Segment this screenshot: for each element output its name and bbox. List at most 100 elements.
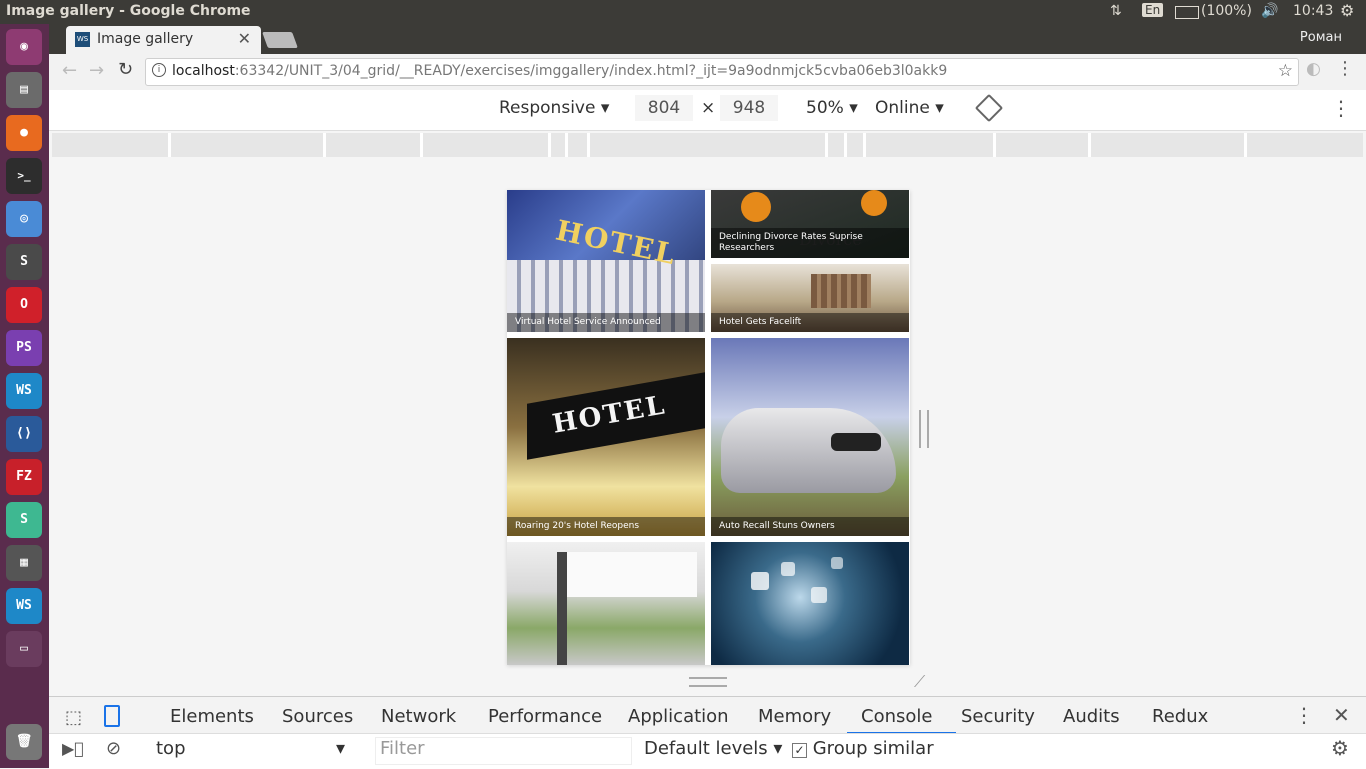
tab-elements[interactable]: Elements	[170, 706, 254, 727]
car-grille	[831, 433, 881, 451]
tab-sources[interactable]: Sources	[282, 706, 353, 727]
device-select[interactable]: Responsive ▾	[499, 98, 609, 118]
viewport-resize-handle-right[interactable]	[919, 410, 929, 448]
system-gear-icon[interactable]: ⚙	[1340, 1, 1354, 20]
paper-figure	[741, 192, 771, 222]
gallery-card[interactable]: HOTEL Virtual Hotel Service Announced	[507, 190, 705, 332]
tab-application[interactable]: Application	[628, 706, 729, 727]
gallery-card[interactable]	[711, 542, 909, 665]
floating-square	[831, 557, 843, 569]
new-tab-button[interactable]	[262, 32, 298, 48]
viewport-resize-corner-icon[interactable]: ⟋	[914, 672, 925, 692]
chrome-menu-icon[interactable]: ⋮	[1336, 58, 1354, 79]
vscode-icon[interactable]: ⟨⟩	[6, 416, 42, 452]
url-path: :63342/UNIT_3/04_grid/__READY/exercises/…	[234, 63, 948, 79]
close-devtools-icon[interactable]: ✕	[1333, 703, 1350, 727]
os-top-panel: Image gallery - Google Chrome ⇅ En (100%…	[0, 0, 1366, 24]
tab-redux[interactable]: Redux	[1152, 706, 1208, 727]
firefox-icon[interactable]: ●	[6, 115, 42, 151]
filezilla-icon[interactable]: FZ	[6, 459, 42, 495]
gallery-card[interactable]: HOTEL Roaring 20's Hotel Reopens	[507, 338, 705, 536]
phpstorm-icon[interactable]: PS	[6, 330, 42, 366]
throttling-select[interactable]: Online ▾	[875, 98, 944, 118]
devtools-menu-icon[interactable]: ⋮	[1294, 703, 1314, 727]
battery-percent: (100%)	[1201, 3, 1252, 19]
dimension-separator: ×	[701, 98, 716, 118]
emulated-viewport: HOTEL Virtual Hotel Service Announced Di…	[507, 190, 910, 665]
console-settings-icon[interactable]: ⚙	[1331, 736, 1349, 760]
extension-icon[interactable]: ◐	[1306, 59, 1321, 79]
keyboard-layout-indicator[interactable]: En	[1142, 3, 1164, 17]
favicon-icon: WS	[75, 32, 90, 47]
close-tab-icon[interactable]: ✕	[238, 29, 251, 48]
site-info-icon[interactable]: i	[152, 63, 166, 77]
gallery-card[interactable]: Hotel Gets Facelift	[711, 264, 909, 332]
address-bar[interactable]: i localhost:63342/UNIT_3/04_grid/__READY…	[145, 58, 1299, 86]
device-mode-icon[interactable]	[104, 705, 120, 727]
device-toolbar: Responsive ▾ 804 × 948 50% ▾ Online ▾ ⋮	[49, 90, 1366, 131]
card-caption: Auto Recall Stuns Owners	[711, 517, 909, 536]
opera-icon[interactable]: O	[6, 287, 42, 323]
tab-console[interactable]: Console	[861, 706, 932, 727]
sublime-text-icon[interactable]: S	[6, 244, 42, 280]
gallery-card[interactable]	[507, 542, 705, 665]
viewport-resize-handle-bottom[interactable]	[689, 677, 727, 687]
launcher: ◉ ▤ ● >_ ◎ S O PS WS ⟨⟩ FZ S ▦ WS ▭ 🗑	[0, 24, 49, 768]
video-editor-icon[interactable]: ▦	[6, 545, 42, 581]
network-transfer-icon[interactable]: ⇅	[1110, 3, 1122, 19]
tab-audits[interactable]: Audits	[1063, 706, 1120, 727]
door-frame	[557, 552, 567, 665]
card-caption: Virtual Hotel Service Announced	[507, 313, 705, 332]
inspect-element-icon[interactable]: ⬚	[65, 707, 82, 728]
tab-network[interactable]: Network	[381, 706, 456, 727]
zoom-select[interactable]: 50% ▾	[806, 98, 858, 118]
floating-square	[751, 572, 769, 590]
log-levels-select[interactable]: Default levels ▾	[644, 738, 782, 759]
window-blind	[567, 552, 697, 597]
workspace-switcher-icon[interactable]: ▭	[6, 631, 42, 667]
height-input[interactable]: 948	[720, 95, 778, 121]
floating-square	[781, 562, 795, 576]
console-toolbar: ▶⃞ ⊘ top ▾ Filter Default levels ▾ ✓ Grou…	[49, 733, 1366, 769]
card-caption: Hotel Gets Facelift	[711, 313, 909, 332]
rotate-icon[interactable]	[974, 93, 1004, 123]
tab-performance[interactable]: Performance	[488, 706, 602, 727]
webstorm-icon[interactable]: WS	[6, 373, 42, 409]
forward-icon[interactable]: →	[89, 60, 104, 81]
floating-square	[811, 587, 827, 603]
trash-icon[interactable]: 🗑	[6, 724, 42, 760]
bookmark-star-icon[interactable]: ☆	[1278, 61, 1293, 81]
device-toolbar-menu-icon[interactable]: ⋮	[1331, 96, 1351, 120]
width-input[interactable]: 804	[635, 95, 693, 121]
ubuntu-dash-icon[interactable]: ◉	[6, 29, 42, 65]
webstorm-alt-icon[interactable]: WS	[6, 588, 42, 624]
back-icon[interactable]: ←	[62, 60, 77, 81]
console-filter-input[interactable]: Filter	[375, 737, 632, 765]
room-curtain	[811, 274, 871, 308]
profile-name[interactable]: Роман	[1300, 30, 1342, 45]
slack-icon[interactable]: S	[6, 502, 42, 538]
url-host: localhost	[172, 63, 235, 79]
files-icon[interactable]: ▤	[6, 72, 42, 108]
tab-title: Image gallery	[97, 31, 194, 47]
tab-memory[interactable]: Memory	[758, 706, 831, 727]
browser-tab[interactable]: WS Image gallery ✕	[66, 26, 261, 54]
context-select[interactable]: top ▾	[156, 738, 345, 759]
window-title: Image gallery - Google Chrome	[6, 3, 251, 19]
card-caption: Declining Divorce Rates Suprise Research…	[711, 228, 909, 258]
sidebar-toggle-icon[interactable]: ▶⃞	[62, 739, 84, 758]
terminal-icon[interactable]: >_	[6, 158, 42, 194]
tab-security[interactable]: Security	[961, 706, 1035, 727]
chrome-icon[interactable]: ◎	[6, 201, 42, 237]
media-query-ruler[interactable]	[52, 133, 1363, 157]
clear-console-icon[interactable]: ⊘	[106, 738, 121, 759]
clock[interactable]: 10:43	[1293, 3, 1333, 19]
group-similar-checkbox[interactable]: ✓ Group similar	[792, 738, 934, 759]
card-caption: Roaring 20's Hotel Reopens	[507, 517, 705, 536]
reload-icon[interactable]: ↻	[118, 59, 133, 80]
gallery-card[interactable]: Auto Recall Stuns Owners	[711, 338, 909, 536]
paper-figure	[861, 190, 887, 216]
gallery-card[interactable]: Divorce Declining Divorce Rates Suprise …	[711, 190, 909, 258]
battery-icon[interactable]	[1175, 6, 1199, 19]
volume-icon[interactable]: 🔊	[1261, 3, 1278, 19]
